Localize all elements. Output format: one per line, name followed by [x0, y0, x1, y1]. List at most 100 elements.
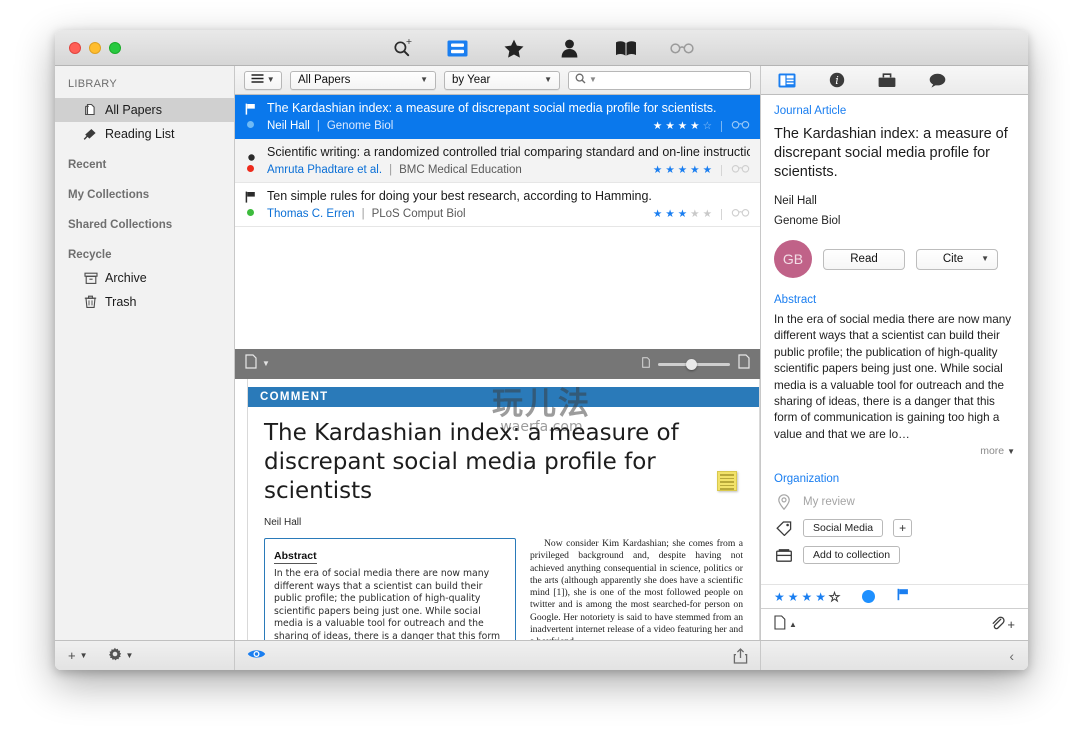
svg-text:i: i: [835, 74, 839, 87]
pdf-toolbar: ▼: [235, 349, 760, 379]
chevron-down-icon: ▼: [1007, 447, 1015, 457]
magnifier-icon: [575, 71, 586, 89]
sidebar-group-my-collections[interactable]: My Collections: [55, 176, 234, 206]
list-empty-space: [235, 227, 760, 349]
paper-authors[interactable]: Neil Hall: [267, 119, 310, 133]
sidebar-group-recycle[interactable]: Recycle: [55, 236, 234, 266]
status-dot: [247, 121, 254, 128]
flag-icon[interactable]: [897, 588, 910, 606]
abstract-text: In the era of social media there are now…: [774, 313, 1012, 441]
zoom-slider[interactable]: [658, 358, 730, 370]
chevron-down-icon[interactable]: ▼: [262, 360, 270, 368]
sidebar-item-label: Reading List: [105, 127, 175, 141]
tab-comment[interactable]: [927, 71, 947, 89]
divider: [721, 164, 722, 176]
chevron-up-icon[interactable]: ▲: [789, 620, 797, 629]
bottom-right-segment: ‹: [760, 641, 1028, 670]
chevron-down-icon: ▼: [79, 650, 88, 660]
abstract-heading: Abstract: [774, 294, 817, 306]
glasses-icon[interactable]: [731, 163, 750, 177]
tab-info-circle[interactable]: i: [827, 71, 847, 89]
sidebar-group-shared-collections[interactable]: Shared Collections: [55, 206, 234, 236]
paper-journal: BMC Medical Education: [399, 164, 522, 176]
table-row[interactable]: Ten simple rules for doing your best res…: [235, 183, 760, 227]
pdf-abstract-heading: Abstract: [274, 550, 317, 564]
inspector-attachments-row: ▲ +: [761, 608, 1028, 640]
sidebar-item-trash[interactable]: Trash: [55, 290, 234, 314]
sidebar-item-archive[interactable]: Archive: [55, 266, 234, 290]
star-icon[interactable]: [501, 37, 527, 59]
sidebar-group-recent[interactable]: Recent: [55, 146, 234, 176]
trash-icon: [83, 295, 98, 310]
bullet-icon: [248, 148, 255, 166]
glasses-icon[interactable]: [731, 119, 750, 133]
paper-authors[interactable]: Thomas C. Erren: [267, 207, 355, 221]
archive-icon: [83, 271, 98, 286]
table-row[interactable]: The Kardashian index: a measure of discr…: [235, 95, 760, 139]
paper-authors[interactable]: Amruta Phadtare et al.: [267, 163, 382, 177]
add-attachment-button[interactable]: +: [1007, 617, 1015, 632]
add-to-collection-button[interactable]: Add to collection: [803, 546, 901, 565]
sidebar-item-label: Archive: [105, 271, 147, 285]
read-button[interactable]: Read: [823, 248, 905, 270]
tab-info-panel[interactable]: [777, 71, 797, 89]
sidebar-item-reading-list[interactable]: Reading List: [55, 122, 234, 146]
inspector-status-row: ★ ★ ★ ★ ★: [761, 584, 1028, 608]
pdf-abstract-box: Abstract In the era of social media ther…: [264, 538, 516, 640]
collection-row: Add to collection: [774, 546, 1015, 565]
sticky-note-icon[interactable]: [717, 471, 737, 491]
main-toolbar: +: [55, 30, 1028, 66]
view-options-button[interactable]: ▼: [244, 70, 282, 90]
more-link[interactable]: more ▼: [774, 445, 1015, 457]
list-lines-icon: [251, 74, 264, 86]
collection-filter-select[interactable]: All Papers ▼: [290, 70, 436, 90]
chevron-left-icon[interactable]: ‹: [1009, 649, 1014, 663]
file-icon[interactable]: [774, 614, 786, 635]
gear-icon: [108, 647, 122, 664]
page-icon[interactable]: [245, 354, 257, 374]
sidebar: LIBRARY All Papers Reading List Recent M…: [55, 66, 235, 640]
book-icon[interactable]: [613, 37, 639, 59]
glasses-icon[interactable]: [731, 207, 750, 221]
paperclip-icon[interactable]: [990, 615, 1006, 635]
item-journal: Genome Biol: [774, 215, 841, 227]
pdf-preview[interactable]: COMMENT The Kardashian index: a measure …: [235, 379, 760, 640]
paper-journal: Genome Biol: [326, 120, 394, 132]
glasses-icon[interactable]: [669, 37, 695, 59]
paper-list: The Kardashian index: a measure of discr…: [235, 95, 760, 349]
rating-stars[interactable]: ★ ★ ★ ★ ★: [774, 589, 840, 604]
divider: [721, 208, 722, 220]
share-button[interactable]: [733, 641, 748, 670]
rating-stars[interactable]: ★ ★ ★ ★ ★: [653, 163, 712, 177]
tags-row: Social Media +: [774, 519, 1015, 538]
pdf-page: COMMENT The Kardashian index: a measure …: [247, 379, 760, 640]
paper-title: The Kardashian index: a measure of discr…: [267, 101, 717, 115]
review-row[interactable]: My review: [774, 494, 1015, 511]
person-icon[interactable]: [557, 37, 583, 59]
eye-icon[interactable]: [247, 647, 266, 665]
rating-stars[interactable]: ★ ★ ★ ★ ☆: [653, 119, 712, 133]
title-bar: +: [55, 30, 1028, 66]
tag-chip[interactable]: Social Media: [803, 519, 884, 538]
settings-button[interactable]: ▼: [108, 647, 133, 664]
bottom-bar: + ▼ ▼ ‹: [55, 640, 1028, 670]
sidebar-item-label: Trash: [105, 295, 137, 309]
status-dot[interactable]: [861, 590, 875, 603]
location-pin-icon: [774, 494, 793, 511]
sort-filter-select[interactable]: by Year ▼: [444, 70, 560, 90]
search-plus-icon[interactable]: +: [389, 37, 415, 59]
separator: |: [316, 120, 320, 132]
rating-stars[interactable]: ★ ★ ★ ★ ★: [653, 207, 712, 221]
pdf-right-column-text: Now consider Kim Kardashian; she comes f…: [530, 538, 743, 640]
split-view-icon[interactable]: [445, 37, 471, 59]
separator: |: [389, 164, 393, 176]
tab-briefcase[interactable]: [877, 71, 897, 89]
sidebar-item-all-papers[interactable]: All Papers: [55, 98, 234, 122]
add-button[interactable]: + ▼: [68, 648, 88, 663]
add-tag-button[interactable]: +: [893, 519, 913, 538]
table-row[interactable]: Scientific writing: a randomized control…: [235, 139, 760, 183]
cite-button[interactable]: Cite ▼: [916, 248, 998, 270]
search-input[interactable]: ▼: [568, 70, 751, 90]
pdf-section-label: COMMENT: [248, 387, 759, 407]
zoom-slider-knob[interactable]: [686, 358, 697, 370]
